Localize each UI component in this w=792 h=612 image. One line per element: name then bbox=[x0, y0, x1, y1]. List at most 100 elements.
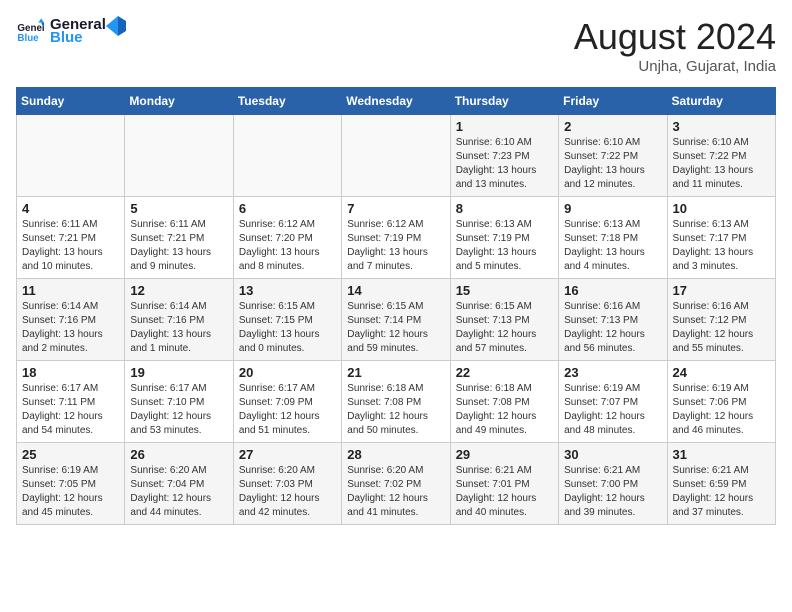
day-info: Sunrise: 6:19 AMSunset: 7:06 PMDaylight:… bbox=[673, 382, 770, 438]
day-number: 4 bbox=[22, 201, 119, 216]
weekday-header-friday: Friday bbox=[559, 88, 667, 115]
calendar-cell: 11Sunrise: 6:14 AMSunset: 7:16 PMDayligh… bbox=[17, 279, 125, 361]
day-info: Sunrise: 6:16 AMSunset: 7:13 PMDaylight:… bbox=[564, 300, 661, 356]
day-info: Sunrise: 6:13 AMSunset: 7:17 PMDaylight:… bbox=[673, 218, 770, 274]
calendar-week-1: 1Sunrise: 6:10 AMSunset: 7:23 PMDaylight… bbox=[17, 115, 776, 197]
calendar-cell: 24 Sunrise: 6:19 AMSunset: 7:06 PMDayligh… bbox=[667, 361, 775, 443]
calendar-table: SundayMondayTuesdayWednesdayThursdayFrid… bbox=[16, 87, 776, 525]
svg-text:Blue: Blue bbox=[17, 33, 39, 44]
day-number: 12 bbox=[130, 283, 227, 298]
calendar-cell bbox=[233, 115, 341, 197]
calendar-cell: 15 Sunrise: 6:15 AMSunset: 7:13 PMDayligh… bbox=[450, 279, 558, 361]
day-info: Sunrise: 6:11 AMSunset: 7:21 PMDaylight:… bbox=[130, 218, 227, 274]
calendar-cell bbox=[342, 115, 450, 197]
calendar-cell: 30 Sunrise: 6:21 AMSunset: 7:00 PMDayligh… bbox=[559, 443, 667, 525]
day-info: Sunrise: 6:14 AMSunset: 7:16 PMDaylight:… bbox=[130, 300, 227, 356]
day-number: 16 bbox=[564, 283, 661, 298]
calendar-week-4: 18 Sunrise: 6:17 AMSunset: 7:11 PMDayligh… bbox=[17, 361, 776, 443]
weekday-header-thursday: Thursday bbox=[450, 88, 558, 115]
day-number: 18 bbox=[22, 365, 119, 380]
page-header: General Blue General Blue August 2024 Un… bbox=[16, 16, 776, 75]
day-info: Sunrise: 6:11 AMSunset: 7:21 PMDaylight:… bbox=[22, 218, 119, 274]
calendar-week-2: 4 Sunrise: 6:11 AMSunset: 7:21 PMDaylight… bbox=[17, 197, 776, 279]
day-number: 14 bbox=[347, 283, 444, 298]
location: Unjha, Gujarat, India bbox=[574, 58, 776, 75]
day-info: Sunrise: 6:12 AMSunset: 7:19 PMDaylight:… bbox=[347, 218, 444, 274]
calendar-cell: 19 Sunrise: 6:17 AMSunset: 7:10 PMDayligh… bbox=[125, 361, 233, 443]
day-info: Sunrise: 6:16 AMSunset: 7:12 PMDaylight:… bbox=[673, 300, 770, 356]
month-title: August 2024 bbox=[574, 16, 776, 58]
calendar-cell: 21 Sunrise: 6:18 AMSunset: 7:08 PMDayligh… bbox=[342, 361, 450, 443]
calendar-cell: 8 Sunrise: 6:13 AMSunset: 7:19 PMDaylight… bbox=[450, 197, 558, 279]
day-info: Sunrise: 6:20 AMSunset: 7:03 PMDaylight:… bbox=[239, 464, 336, 520]
day-number: 17 bbox=[673, 283, 770, 298]
day-info: Sunrise: 6:18 AMSunset: 7:08 PMDaylight:… bbox=[347, 382, 444, 438]
logo-arrow-icon bbox=[106, 16, 126, 36]
calendar-cell: 7 Sunrise: 6:12 AMSunset: 7:19 PMDaylight… bbox=[342, 197, 450, 279]
calendar-cell: 27 Sunrise: 6:20 AMSunset: 7:03 PMDayligh… bbox=[233, 443, 341, 525]
calendar-cell: 31 Sunrise: 6:21 AMSunset: 6:59 PMDayligh… bbox=[667, 443, 775, 525]
calendar-cell: 26Sunrise: 6:20 AMSunset: 7:04 PMDayligh… bbox=[125, 443, 233, 525]
calendar-week-3: 11 Sunrise: 6:14 AMSunset: 7:16 PMDayligh… bbox=[17, 279, 776, 361]
day-number: 31 bbox=[673, 447, 770, 462]
day-number: 11 bbox=[22, 283, 119, 298]
day-info: Sunrise: 6:15 AMSunset: 7:13 PMDaylight:… bbox=[456, 300, 553, 356]
day-number: 21 bbox=[347, 365, 444, 380]
day-info: Sunrise: 6:13 AMSunset: 7:18 PMDaylight:… bbox=[564, 218, 661, 274]
calendar-cell bbox=[125, 115, 233, 197]
day-info: Sunrise: 6:15 AMSunset: 7:15 PMDaylight:… bbox=[239, 300, 336, 356]
calendar-cell: 28 Sunrise: 6:20 AMSunset: 7:02 PMDayligh… bbox=[342, 443, 450, 525]
day-number: 10 bbox=[673, 201, 770, 216]
day-number: 27 bbox=[239, 447, 336, 462]
calendar-cell: 10 Sunrise: 6:13 AMSunset: 7:17 PMDayligh… bbox=[667, 197, 775, 279]
calendar-cell: 14 Sunrise: 6:15 AMSunset: 7:14 PMDayligh… bbox=[342, 279, 450, 361]
day-number: 23 bbox=[564, 365, 661, 380]
calendar-week-5: 25 Sunrise: 6:19 AMSunset: 7:05 PMDayligh… bbox=[17, 443, 776, 525]
day-info: Sunrise: 6:10 AMSunset: 7:22 PMDaylight:… bbox=[564, 136, 661, 192]
calendar-cell bbox=[17, 115, 125, 197]
day-info: Sunrise: 6:21 AMSunset: 7:01 PMDaylight:… bbox=[456, 464, 553, 520]
day-number: 3 bbox=[673, 119, 770, 134]
day-number: 30 bbox=[564, 447, 661, 462]
day-number: 8 bbox=[456, 201, 553, 216]
title-block: August 2024 Unjha, Gujarat, India bbox=[574, 16, 776, 75]
calendar-cell: 22 Sunrise: 6:18 AMSunset: 7:08 PMDayligh… bbox=[450, 361, 558, 443]
day-number: 22 bbox=[456, 365, 553, 380]
day-info: Sunrise: 6:15 AMSunset: 7:14 PMDaylight:… bbox=[347, 300, 444, 356]
day-number: 15 bbox=[456, 283, 553, 298]
day-number: 20 bbox=[239, 365, 336, 380]
logo-icon: General Blue bbox=[16, 17, 44, 45]
day-number: 24 bbox=[673, 365, 770, 380]
calendar-cell: 3 Sunrise: 6:10 AMSunset: 7:22 PMDaylight… bbox=[667, 115, 775, 197]
day-info: Sunrise: 6:13 AMSunset: 7:19 PMDaylight:… bbox=[456, 218, 553, 274]
day-info: Sunrise: 6:12 AMSunset: 7:20 PMDaylight:… bbox=[239, 218, 336, 274]
calendar-cell: 23 Sunrise: 6:19 AMSunset: 7:07 PMDayligh… bbox=[559, 361, 667, 443]
day-info: Sunrise: 6:18 AMSunset: 7:08 PMDaylight:… bbox=[456, 382, 553, 438]
day-info: Sunrise: 6:17 AMSunset: 7:10 PMDaylight:… bbox=[130, 382, 227, 438]
day-info: Sunrise: 6:21 AMSunset: 7:00 PMDaylight:… bbox=[564, 464, 661, 520]
calendar-cell: 4 Sunrise: 6:11 AMSunset: 7:21 PMDaylight… bbox=[17, 197, 125, 279]
day-number: 25 bbox=[22, 447, 119, 462]
calendar-cell: 18 Sunrise: 6:17 AMSunset: 7:11 PMDayligh… bbox=[17, 361, 125, 443]
calendar-cell: 16 Sunrise: 6:16 AMSunset: 7:13 PMDayligh… bbox=[559, 279, 667, 361]
day-info: Sunrise: 6:21 AMSunset: 6:59 PMDaylight:… bbox=[673, 464, 770, 520]
day-info: Sunrise: 6:20 AMSunset: 7:02 PMDaylight:… bbox=[347, 464, 444, 520]
day-info: Sunrise: 6:10 AMSunset: 7:22 PMDaylight:… bbox=[673, 136, 770, 192]
day-number: 19 bbox=[130, 365, 227, 380]
day-info: Sunrise: 6:19 AMSunset: 7:07 PMDaylight:… bbox=[564, 382, 661, 438]
calendar-cell: 20Sunrise: 6:17 AMSunset: 7:09 PMDayligh… bbox=[233, 361, 341, 443]
calendar-cell: 25 Sunrise: 6:19 AMSunset: 7:05 PMDayligh… bbox=[17, 443, 125, 525]
day-number: 7 bbox=[347, 201, 444, 216]
day-info: Sunrise: 6:19 AMSunset: 7:05 PMDaylight:… bbox=[22, 464, 119, 520]
calendar-cell: 12 Sunrise: 6:14 AMSunset: 7:16 PMDayligh… bbox=[125, 279, 233, 361]
calendar-cell: 17 Sunrise: 6:16 AMSunset: 7:12 PMDayligh… bbox=[667, 279, 775, 361]
weekday-header-monday: Monday bbox=[125, 88, 233, 115]
day-info: Sunrise: 6:17 AMSunset: 7:11 PMDaylight:… bbox=[22, 382, 119, 438]
day-info: Sunrise: 6:10 AMSunset: 7:23 PMDaylight:… bbox=[456, 136, 553, 192]
day-number: 28 bbox=[347, 447, 444, 462]
calendar-cell: 5Sunrise: 6:11 AMSunset: 7:21 PMDaylight… bbox=[125, 197, 233, 279]
day-info: Sunrise: 6:20 AMSunset: 7:04 PMDaylight:… bbox=[130, 464, 227, 520]
calendar-cell: 1Sunrise: 6:10 AMSunset: 7:23 PMDaylight… bbox=[450, 115, 558, 197]
day-number: 2 bbox=[564, 119, 661, 134]
day-number: 13 bbox=[239, 283, 336, 298]
